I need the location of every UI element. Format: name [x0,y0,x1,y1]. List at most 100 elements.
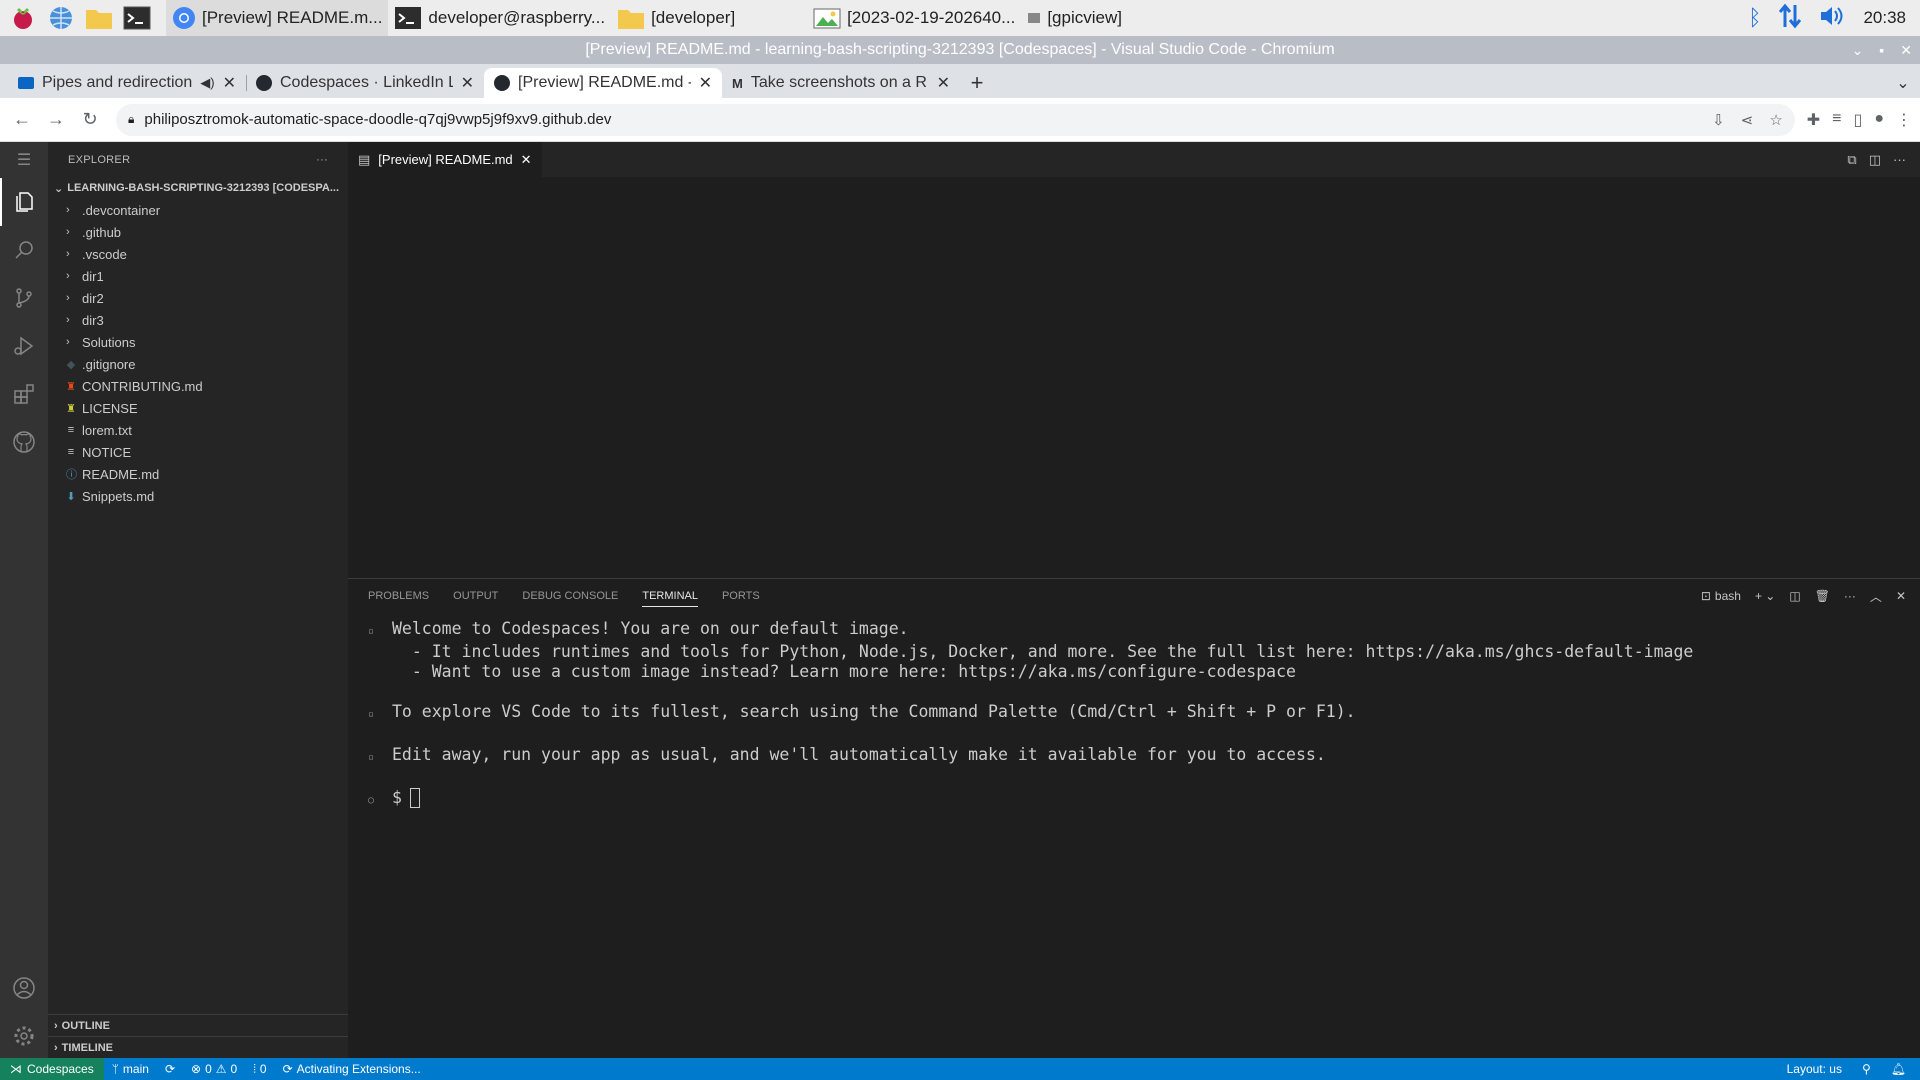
ports-indicator[interactable]: ⦙ 0 [245,1062,274,1077]
activating-extensions[interactable]: ⟳ Activating Extensions... [275,1062,429,1076]
new-tab-button[interactable]: + [960,68,994,98]
minimize-icon[interactable]: ⌄ [1852,42,1864,59]
browser-tab-screenshots[interactable]: M Take screenshots on a R ✕ [722,68,960,98]
maximize-icon[interactable]: ▪ [1879,42,1884,58]
file-type-icon: ⬇ [66,490,76,503]
explorer-view-button[interactable] [0,178,48,226]
source-control-view-button[interactable] [0,274,48,322]
folder-item[interactable]: › dir1 [48,265,348,287]
trash-icon[interactable]: 🗑︎ [1815,589,1830,603]
notifications-bell-icon[interactable]: 🔔︎ [1883,1062,1914,1076]
file-manager-launcher-icon[interactable] [84,3,114,33]
file-item[interactable]: ≡ NOTICE [48,441,348,463]
tab-terminal[interactable]: TERMINAL [642,579,698,613]
close-icon[interactable]: ✕ [521,152,532,168]
tab-ports[interactable]: PORTS [722,579,760,613]
folder-item[interactable]: › Solutions [48,331,348,353]
outline-section[interactable]: › OUTLINE [48,1014,348,1036]
bookmark-star-icon[interactable]: ☆ [1769,111,1782,129]
address-bar[interactable]: 🔒︎ philiposztromok-automatic-space-doodl… [116,103,1795,136]
markdown-preview-area[interactable] [348,177,1920,578]
file-item[interactable]: ⓘ README.md [48,463,348,485]
folder-item[interactable]: › dir3 [48,309,348,331]
split-terminal-icon[interactable]: ◫ [1789,589,1800,603]
clock[interactable]: 20:38 [1863,8,1906,28]
problems-indicator[interactable]: ⊗ 0 ⚠ 0 [183,1062,245,1076]
audio-playing-icon[interactable]: ◀) [200,75,214,91]
more-actions-icon[interactable]: ··· [1893,152,1906,167]
remote-indicator[interactable]: ⋊ Codespaces [0,1058,104,1080]
keyboard-layout[interactable]: Layout: us [1779,1062,1850,1076]
volume-icon[interactable] [1819,5,1845,32]
github-view-button[interactable] [0,418,48,466]
browser-tab-pipes[interactable]: Pipes and redirection ◀) ✕ [8,68,246,98]
file-item[interactable]: ⬇ Snippets.md [48,485,348,507]
close-tab-icon[interactable]: ✕ [223,73,236,93]
forward-button[interactable]: → [42,106,70,134]
git-branch[interactable]: ᛘ main [104,1062,157,1076]
terminal-shell-selector[interactable]: ⊡ bash [1701,589,1741,603]
close-panel-icon[interactable]: ✕ [1896,589,1906,603]
raspberry-menu-icon[interactable] [8,3,38,33]
taskbar-task-chromium[interactable]: [Preview] README.m... [166,0,389,36]
kebab-menu-icon[interactable]: ⋮ [1896,110,1912,130]
lock-icon[interactable]: 🔒︎ [128,112,134,127]
install-app-icon[interactable]: ⇩ [1712,111,1725,129]
reload-button[interactable]: ↻ [76,106,104,134]
file-item[interactable]: ♜ LICENSE [48,397,348,419]
menu-button[interactable]: ☰ [0,142,48,178]
feedback-icon[interactable]: ⚲ [1854,1062,1879,1076]
workspace-root-folder[interactable]: ⌄ LEARNING-BASH-SCRIPTING-3212393 [CODES… [48,177,348,199]
tab-label: PROBLEMS [368,590,430,602]
timeline-section[interactable]: › TIMELINE [48,1036,348,1058]
browser-tab-codespaces[interactable]: Codespaces · LinkedIn Le ✕ [246,68,484,98]
search-view-button[interactable] [0,226,48,274]
tab-debug-console[interactable]: DEBUG CONSOLE [522,579,618,613]
new-terminal-icon[interactable]: + ⌄ [1755,589,1775,603]
back-button[interactable]: ← [8,106,36,134]
close-tab-icon[interactable]: ✕ [461,73,474,93]
close-tab-icon[interactable]: ✕ [937,73,950,93]
share-icon[interactable]: ⋖ [1741,111,1754,129]
terminal-line-text: - Want to use a custom image instead? Le… [392,662,1296,681]
web-browser-launcher-icon[interactable] [46,3,76,33]
split-editor-icon[interactable]: ◫ [1869,152,1881,168]
file-item[interactable]: ◆ .gitignore [48,353,348,375]
folder-item[interactable]: › .github [48,221,348,243]
taskbar-task-image[interactable]: [2023-02-19-202640... [807,0,1021,36]
taskbar-task-terminal[interactable]: developer@raspberry... [388,0,611,36]
folder-item[interactable]: › .vscode [48,243,348,265]
tab-output[interactable]: OUTPUT [453,579,498,613]
bluetooth-icon[interactable]: ᛒ [1748,5,1761,31]
media-queue-icon[interactable]: ≡ [1832,110,1841,130]
profile-icon[interactable]: ● [1874,110,1884,130]
browser-tab-readme-preview[interactable]: [Preview] README.md - l ✕ [484,68,722,98]
extensions-icon[interactable]: ✚ [1807,110,1820,130]
folder-item[interactable]: › .devcontainer [48,199,348,221]
terminal-launcher-icon[interactable] [122,3,152,33]
tab-search-button[interactable]: ⌄ [1886,68,1920,98]
terminal-prompt-line[interactable]: ○ $ [368,788,1920,811]
sync-button[interactable]: ⟳ [157,1062,183,1076]
terminal-output[interactable]: ▫ Welcome to Codespaces! You are on our d… [348,613,1920,811]
folder-item[interactable]: › dir2 [48,287,348,309]
more-actions-icon[interactable]: ··· [316,154,328,166]
taskbar-task-gpicview[interactable]: [gpicview] [1021,0,1128,36]
editor-tab-readme-preview[interactable]: ▤ [Preview] README.md ✕ [348,142,542,177]
file-item[interactable]: ♜ CONTRIBUTING.md [48,375,348,397]
manage-settings-button[interactable] [0,1012,48,1060]
accounts-button[interactable] [0,964,48,1012]
more-actions-icon[interactable]: ··· [1844,589,1856,603]
maximize-panel-icon[interactable]: ︿ [1870,588,1882,605]
run-debug-view-button[interactable] [0,322,48,370]
close-icon[interactable]: ✕ [1900,42,1912,59]
chevron-right-icon: › [66,248,70,260]
open-source-icon[interactable]: ⧉ [1847,152,1856,168]
taskbar-task-file-manager[interactable]: [developer] [611,0,807,36]
file-item[interactable]: ≡ lorem.txt [48,419,348,441]
side-panel-icon[interactable]: ▯ [1854,110,1863,130]
extensions-view-button[interactable] [0,370,48,418]
tab-problems[interactable]: PROBLEMS [368,579,429,613]
network-icon[interactable] [1779,3,1802,34]
close-tab-icon[interactable]: ✕ [699,73,712,93]
